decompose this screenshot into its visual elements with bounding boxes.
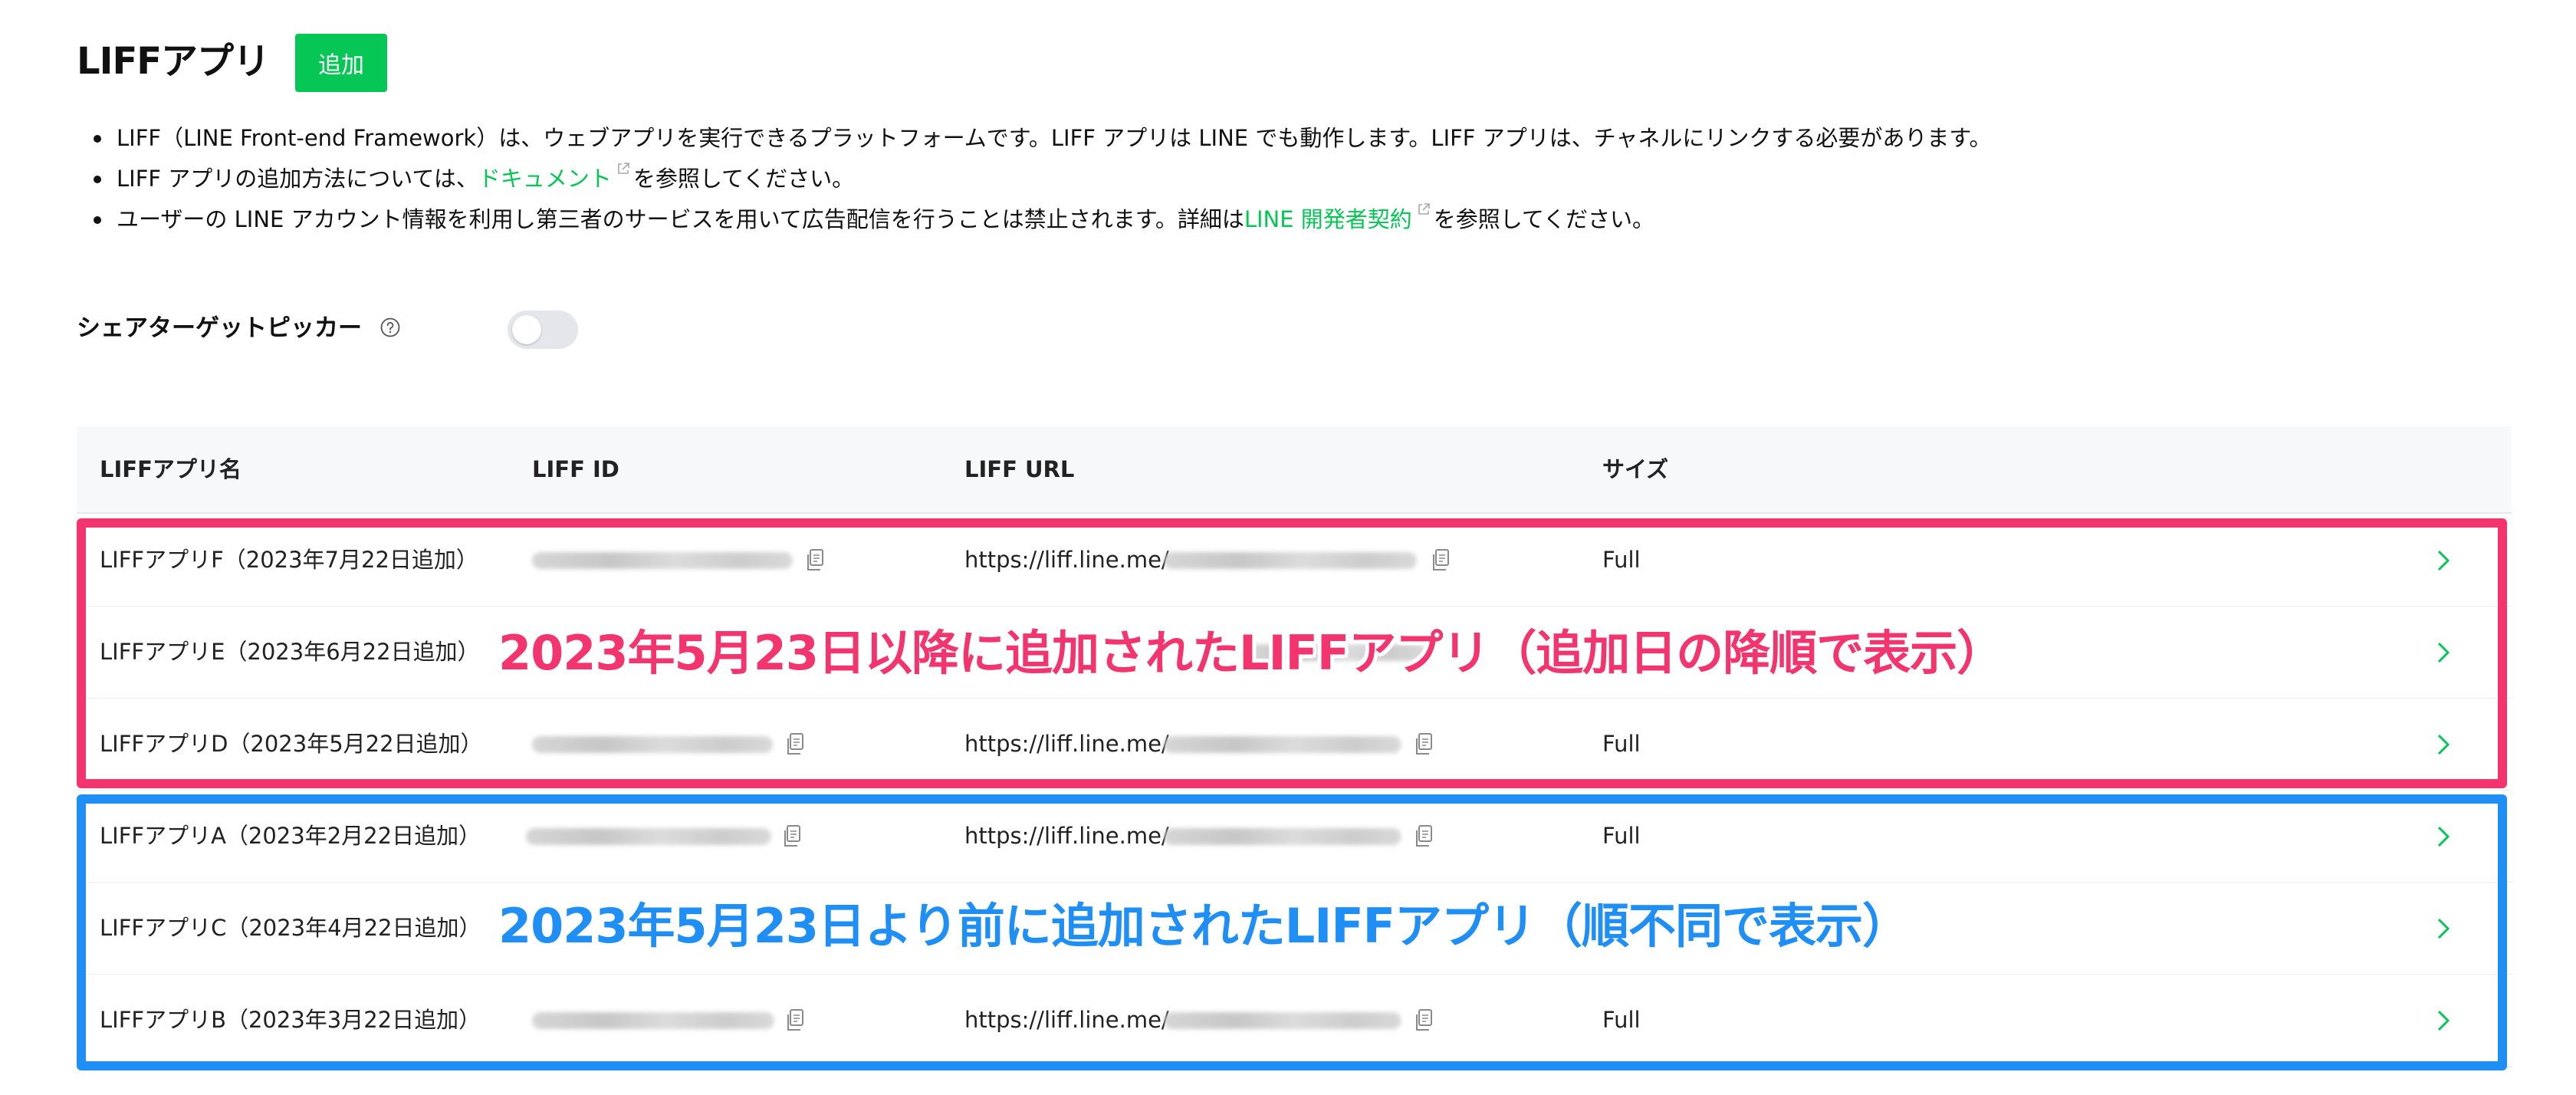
liff-id-redacted bbox=[532, 551, 793, 569]
chevron-right-icon[interactable] bbox=[2436, 549, 2450, 572]
liff-app-name: LIFFアプリE（2023年6月22日追加） bbox=[100, 639, 480, 665]
liff-app-name: LIFFアプリD（2023年5月22日追加） bbox=[100, 731, 483, 757]
column-header-id: LIFF ID bbox=[532, 456, 619, 482]
developer-agreement-link[interactable]: LINE 開発者契約 bbox=[1244, 206, 1412, 232]
liff-size: Full bbox=[1602, 823, 1641, 849]
liff-app-name: LIFFアプリB（2023年3月22日追加） bbox=[100, 1007, 481, 1033]
table-row[interactable]: LIFFアプリF（2023年7月22日追加） https://liff.line… bbox=[77, 515, 2512, 607]
liff-url-redacted bbox=[1164, 735, 1401, 753]
note-text: ユーザーの LINE アカウント情報を利用し第三者のサービスを用いて広告配信を行… bbox=[117, 206, 1244, 232]
documentation-link[interactable]: ドキュメント bbox=[478, 166, 612, 192]
external-link-icon bbox=[1417, 202, 1431, 216]
liff-url-prefix: https://liff.line.me/ bbox=[964, 547, 1169, 573]
annotation-label-before-date: 2023年5月23日より前に追加されたLIFFアプリ（順不同で表示） bbox=[498, 898, 1910, 954]
liff-app-name: LIFFアプリA（2023年2月22日追加） bbox=[100, 823, 481, 849]
copy-icon[interactable] bbox=[1414, 732, 1434, 757]
copy-icon[interactable] bbox=[805, 548, 825, 573]
copy-icon[interactable] bbox=[782, 824, 802, 849]
table-row[interactable]: LIFFアプリA（2023年2月22日追加） https://liff.line… bbox=[77, 791, 2512, 883]
liff-app-name: LIFFアプリC（2023年4月22日追加） bbox=[100, 915, 481, 941]
liff-id-redacted bbox=[532, 1011, 774, 1029]
copy-icon[interactable] bbox=[1431, 548, 1451, 573]
column-header-url: LIFF URL bbox=[964, 456, 1075, 482]
note-text: を参照してください。 bbox=[1433, 206, 1655, 232]
copy-icon[interactable] bbox=[1414, 824, 1434, 849]
liff-url-redacted bbox=[1164, 1011, 1401, 1029]
table-header: LIFFアプリ名 LIFF ID LIFF URL サイズ bbox=[77, 426, 2512, 514]
note-item: LIFF アプリの追加方法については、ドキュメント を参照してください。 bbox=[92, 159, 2484, 199]
liff-size: Full bbox=[1602, 547, 1641, 573]
copy-icon[interactable] bbox=[785, 1008, 805, 1033]
liff-url-redacted bbox=[1164, 827, 1401, 845]
liff-id-redacted bbox=[526, 827, 771, 845]
note-item: ユーザーの LINE アカウント情報を利用し第三者のサービスを用いて広告配信を行… bbox=[92, 199, 2484, 240]
chevron-right-icon[interactable] bbox=[2436, 641, 2450, 664]
note-text: LIFF（LINE Front-end Framework）は、ウェブアプリを実… bbox=[117, 125, 1992, 151]
page-title: LIFFアプリ bbox=[77, 40, 270, 83]
liff-id-redacted bbox=[532, 735, 773, 753]
note-text: LIFF アプリの追加方法については、 bbox=[117, 166, 478, 192]
liff-size: Full bbox=[1602, 1007, 1641, 1033]
chevron-right-icon[interactable] bbox=[2436, 825, 2450, 848]
toggle-knob bbox=[512, 315, 541, 344]
liff-url-prefix: https://liff.line.me/ bbox=[964, 1007, 1169, 1033]
liff-url-redacted bbox=[1164, 551, 1417, 569]
table-row[interactable]: LIFFアプリB（2023年3月22日追加） https://liff.line… bbox=[77, 975, 2512, 1067]
note-item: LIFF（LINE Front-end Framework）は、ウェブアプリを実… bbox=[92, 118, 2484, 159]
copy-icon[interactable] bbox=[785, 732, 805, 757]
annotation-label-after-date: 2023年5月23日以降に追加されたLIFFアプリ（追加日の降順で表示） bbox=[498, 625, 2004, 681]
copy-icon[interactable] bbox=[1414, 1008, 1434, 1033]
share-target-picker-label: シェアターゲットピッカー bbox=[77, 314, 362, 342]
external-link-icon bbox=[616, 162, 630, 176]
info-notes: LIFF（LINE Front-end Framework）は、ウェブアプリを実… bbox=[92, 118, 2484, 240]
add-button[interactable]: 追加 bbox=[295, 34, 387, 92]
note-text: を参照してください。 bbox=[632, 166, 855, 192]
column-header-name: LIFFアプリ名 bbox=[100, 456, 242, 482]
chevron-right-icon[interactable] bbox=[2436, 917, 2450, 940]
liff-size: Full bbox=[1602, 731, 1641, 757]
liff-app-name: LIFFアプリF（2023年7月22日追加） bbox=[100, 547, 478, 573]
chevron-right-icon[interactable] bbox=[2436, 733, 2450, 756]
table-row[interactable]: LIFFアプリD（2023年5月22日追加） https://liff.line… bbox=[77, 699, 2512, 791]
share-target-picker-toggle[interactable] bbox=[508, 311, 578, 349]
liff-url-prefix: https://liff.line.me/ bbox=[964, 823, 1169, 849]
liff-url-prefix: https://liff.line.me/ bbox=[964, 731, 1169, 757]
chevron-right-icon[interactable] bbox=[2436, 1009, 2450, 1032]
column-header-size: サイズ bbox=[1602, 456, 1669, 482]
help-circle-icon[interactable] bbox=[380, 317, 400, 337]
